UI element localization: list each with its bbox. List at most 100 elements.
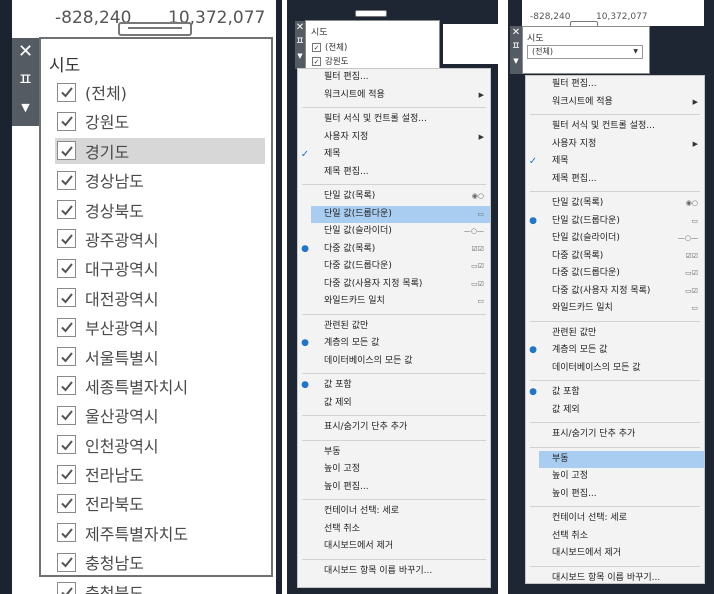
filter-list-item[interactable]: 경기도 [55, 137, 265, 164]
menu-item[interactable]: 워크시트에 적용 ▶ [539, 94, 704, 112]
menu-item[interactable]: 필터 편집... [539, 76, 704, 94]
menu-item[interactable]: ● 단일 값(드롭다운) ▭ [529, 213, 704, 231]
menu-item[interactable]: 사용자 지정 ▶ [311, 129, 490, 147]
checkbox-checked-icon[interactable] [57, 229, 76, 249]
menu-item[interactable]: 관련된 값만 [539, 325, 704, 343]
menu-item[interactable]: 다중 값(드롭다운) ▭☑ [311, 258, 490, 276]
menu-item[interactable]: 관련된 값만 [311, 318, 490, 336]
checkbox-checked-icon[interactable] [57, 258, 76, 278]
menu-item[interactable]: 단일 값(드롭다운) ▭ [311, 205, 490, 223]
checkbox-checked-icon[interactable] [57, 582, 76, 594]
menu-item[interactable]: 대시보드에서 제거 [311, 538, 490, 556]
filter-list-item[interactable]: 경상북도 [55, 197, 265, 223]
checkbox-checked-icon[interactable] [57, 552, 76, 572]
menu-item[interactable]: 부동 [539, 450, 704, 468]
filter-list-item[interactable]: ✓ (전체) [312, 40, 348, 54]
menu-item[interactable]: 컨테이너 선택: 세로 [311, 503, 490, 521]
filter-list-item[interactable]: 충청북도 [55, 579, 265, 594]
pin-icon[interactable]: ㅍ [12, 66, 39, 94]
menu-item[interactable]: 와일드카드 일치 ▭ [539, 300, 704, 318]
checkbox-checked-icon[interactable]: ✓ [312, 56, 321, 66]
menu-item[interactable]: 표시/숨기기 단추 추가 [311, 419, 490, 437]
filter-list-item[interactable]: 강원도 [55, 108, 265, 134]
menu-item[interactable]: 높이 고정 [311, 461, 490, 479]
menu-item[interactable]: 사용자 지정 ▶ [539, 136, 704, 154]
menu-item[interactable]: ● 값 포함 [301, 377, 490, 395]
filter-list-item[interactable]: (전체) [55, 79, 265, 105]
checkbox-checked-icon[interactable] [57, 141, 76, 161]
filter-list-item[interactable]: 경상남도 [55, 167, 265, 193]
filter-list-item[interactable]: 전라북도 [55, 490, 265, 516]
checkbox-checked-icon[interactable] [57, 170, 76, 190]
close-icon[interactable]: ✕ [510, 26, 522, 40]
menu-item[interactable]: 워크시트에 적용 ▶ [311, 87, 490, 105]
menu-item[interactable]: 다중 값(목록) ☑☑ [539, 248, 704, 266]
menu-item[interactable]: 다중 값(사용자 지정 목록) ▭☑ [539, 283, 704, 301]
filter-list-item[interactable]: ✓ 강원도 [312, 54, 348, 68]
filter-list-item[interactable]: 전라남도 [55, 461, 265, 487]
checkbox-checked-icon[interactable] [57, 405, 76, 425]
filter-list-item[interactable]: 대전광역시 [55, 285, 265, 311]
menu-item[interactable]: 단일 값(목록) ◉○ [311, 188, 490, 206]
menu-item[interactable]: 대시보드 항목 이름 바꾸기... [539, 570, 704, 588]
menu-item[interactable]: 표시/숨기기 단추 추가 [539, 426, 704, 444]
menu-item[interactable]: ● 다중 값(목록) ☑☑ [301, 241, 490, 259]
filter-dropdown-select[interactable]: (전체) ▼ [527, 45, 643, 59]
checkbox-checked-icon[interactable] [57, 493, 76, 513]
pin-icon[interactable]: ㅍ [510, 40, 522, 54]
menu-item[interactable]: ● 계층의 모든 값 [529, 342, 704, 360]
menu-item[interactable]: 높이 편집... [311, 479, 490, 497]
filter-list-item[interactable]: 울산광역시 [55, 402, 265, 428]
menu-item[interactable]: 제목 편집... [539, 171, 704, 189]
menu-item[interactable]: 값 제외 [311, 395, 490, 413]
checkbox-checked-icon[interactable] [57, 435, 76, 455]
menu-item[interactable]: 제목 편집... [311, 164, 490, 182]
filter-list-item[interactable]: 서울특별시 [55, 344, 265, 370]
filter-list-item[interactable]: 부산광역시 [55, 314, 265, 340]
menu-item[interactable]: ✓ 제목 [301, 146, 490, 164]
checkbox-checked-icon[interactable]: ✓ [312, 42, 321, 52]
menu-item[interactable]: ✓ 제목 [529, 153, 704, 171]
filter-list-item[interactable]: 충청남도 [55, 549, 265, 575]
menu-item[interactable]: 단일 값(슬라이더) —○— [311, 223, 490, 241]
menu-item[interactable]: 대시보드 항목 이름 바꾸기... [311, 563, 490, 581]
menu-item[interactable]: ● 값 포함 [529, 384, 704, 402]
checkbox-checked-icon[interactable] [57, 200, 76, 220]
dropdown-menu-icon[interactable]: ▼ [510, 54, 522, 68]
menu-item[interactable]: 컨테이너 선택: 세로 [539, 510, 704, 528]
pin-icon[interactable]: ㅍ [295, 35, 305, 49]
checkbox-checked-icon[interactable] [57, 464, 76, 484]
checkbox-checked-icon[interactable] [57, 317, 76, 337]
filter-list-item[interactable]: 광주광역시 [55, 226, 265, 252]
filter-list-item[interactable]: 대구광역시 [55, 255, 265, 281]
menu-item[interactable]: 대시보드에서 제거 [539, 545, 704, 563]
menu-item[interactable]: 필터 편집... [311, 69, 490, 87]
checkbox-checked-icon[interactable] [57, 523, 76, 543]
menu-item[interactable]: 선택 취소 [539, 528, 704, 546]
menu-item[interactable]: 단일 값(슬라이더) —○— [539, 230, 704, 248]
resize-handle[interactable] [118, 22, 192, 36]
menu-item[interactable]: 데이터베이스의 모든 값 [539, 360, 704, 378]
menu-item[interactable]: 필터 서식 및 컨트롤 설정... [539, 118, 704, 136]
filter-list-item[interactable]: 제주특별자치도 [55, 520, 265, 546]
checkbox-checked-icon[interactable] [57, 111, 76, 131]
menu-item[interactable]: 선택 취소 [311, 521, 490, 539]
menu-item[interactable]: 높이 편집... [539, 486, 704, 504]
close-icon[interactable]: ✕ [295, 21, 305, 35]
menu-item[interactable]: 값 제외 [539, 402, 704, 420]
menu-item[interactable]: 다중 값(사용자 지정 목록) ▭☑ [311, 276, 490, 294]
checkbox-checked-icon[interactable] [57, 376, 76, 396]
menu-item[interactable]: 와일드카드 일치 ▭ [311, 293, 490, 311]
resize-handle[interactable] [355, 10, 387, 17]
menu-item[interactable]: 데이터베이스의 모든 값 [311, 353, 490, 371]
filter-list-item[interactable]: 세종특별자치시 [55, 373, 265, 399]
menu-item[interactable]: 부동 [311, 444, 490, 462]
menu-item[interactable]: 다중 값(드롭다운) ▭☑ [539, 265, 704, 283]
menu-item[interactable]: 단일 값(목록) ◉○ [539, 195, 704, 213]
checkbox-checked-icon[interactable] [57, 82, 76, 102]
close-icon[interactable]: ✕ [12, 38, 39, 66]
dropdown-menu-icon[interactable]: ▼ [12, 94, 39, 122]
checkbox-checked-icon[interactable] [57, 347, 76, 367]
dropdown-menu-icon[interactable]: ▼ [295, 49, 305, 63]
checkbox-checked-icon[interactable] [57, 288, 76, 308]
